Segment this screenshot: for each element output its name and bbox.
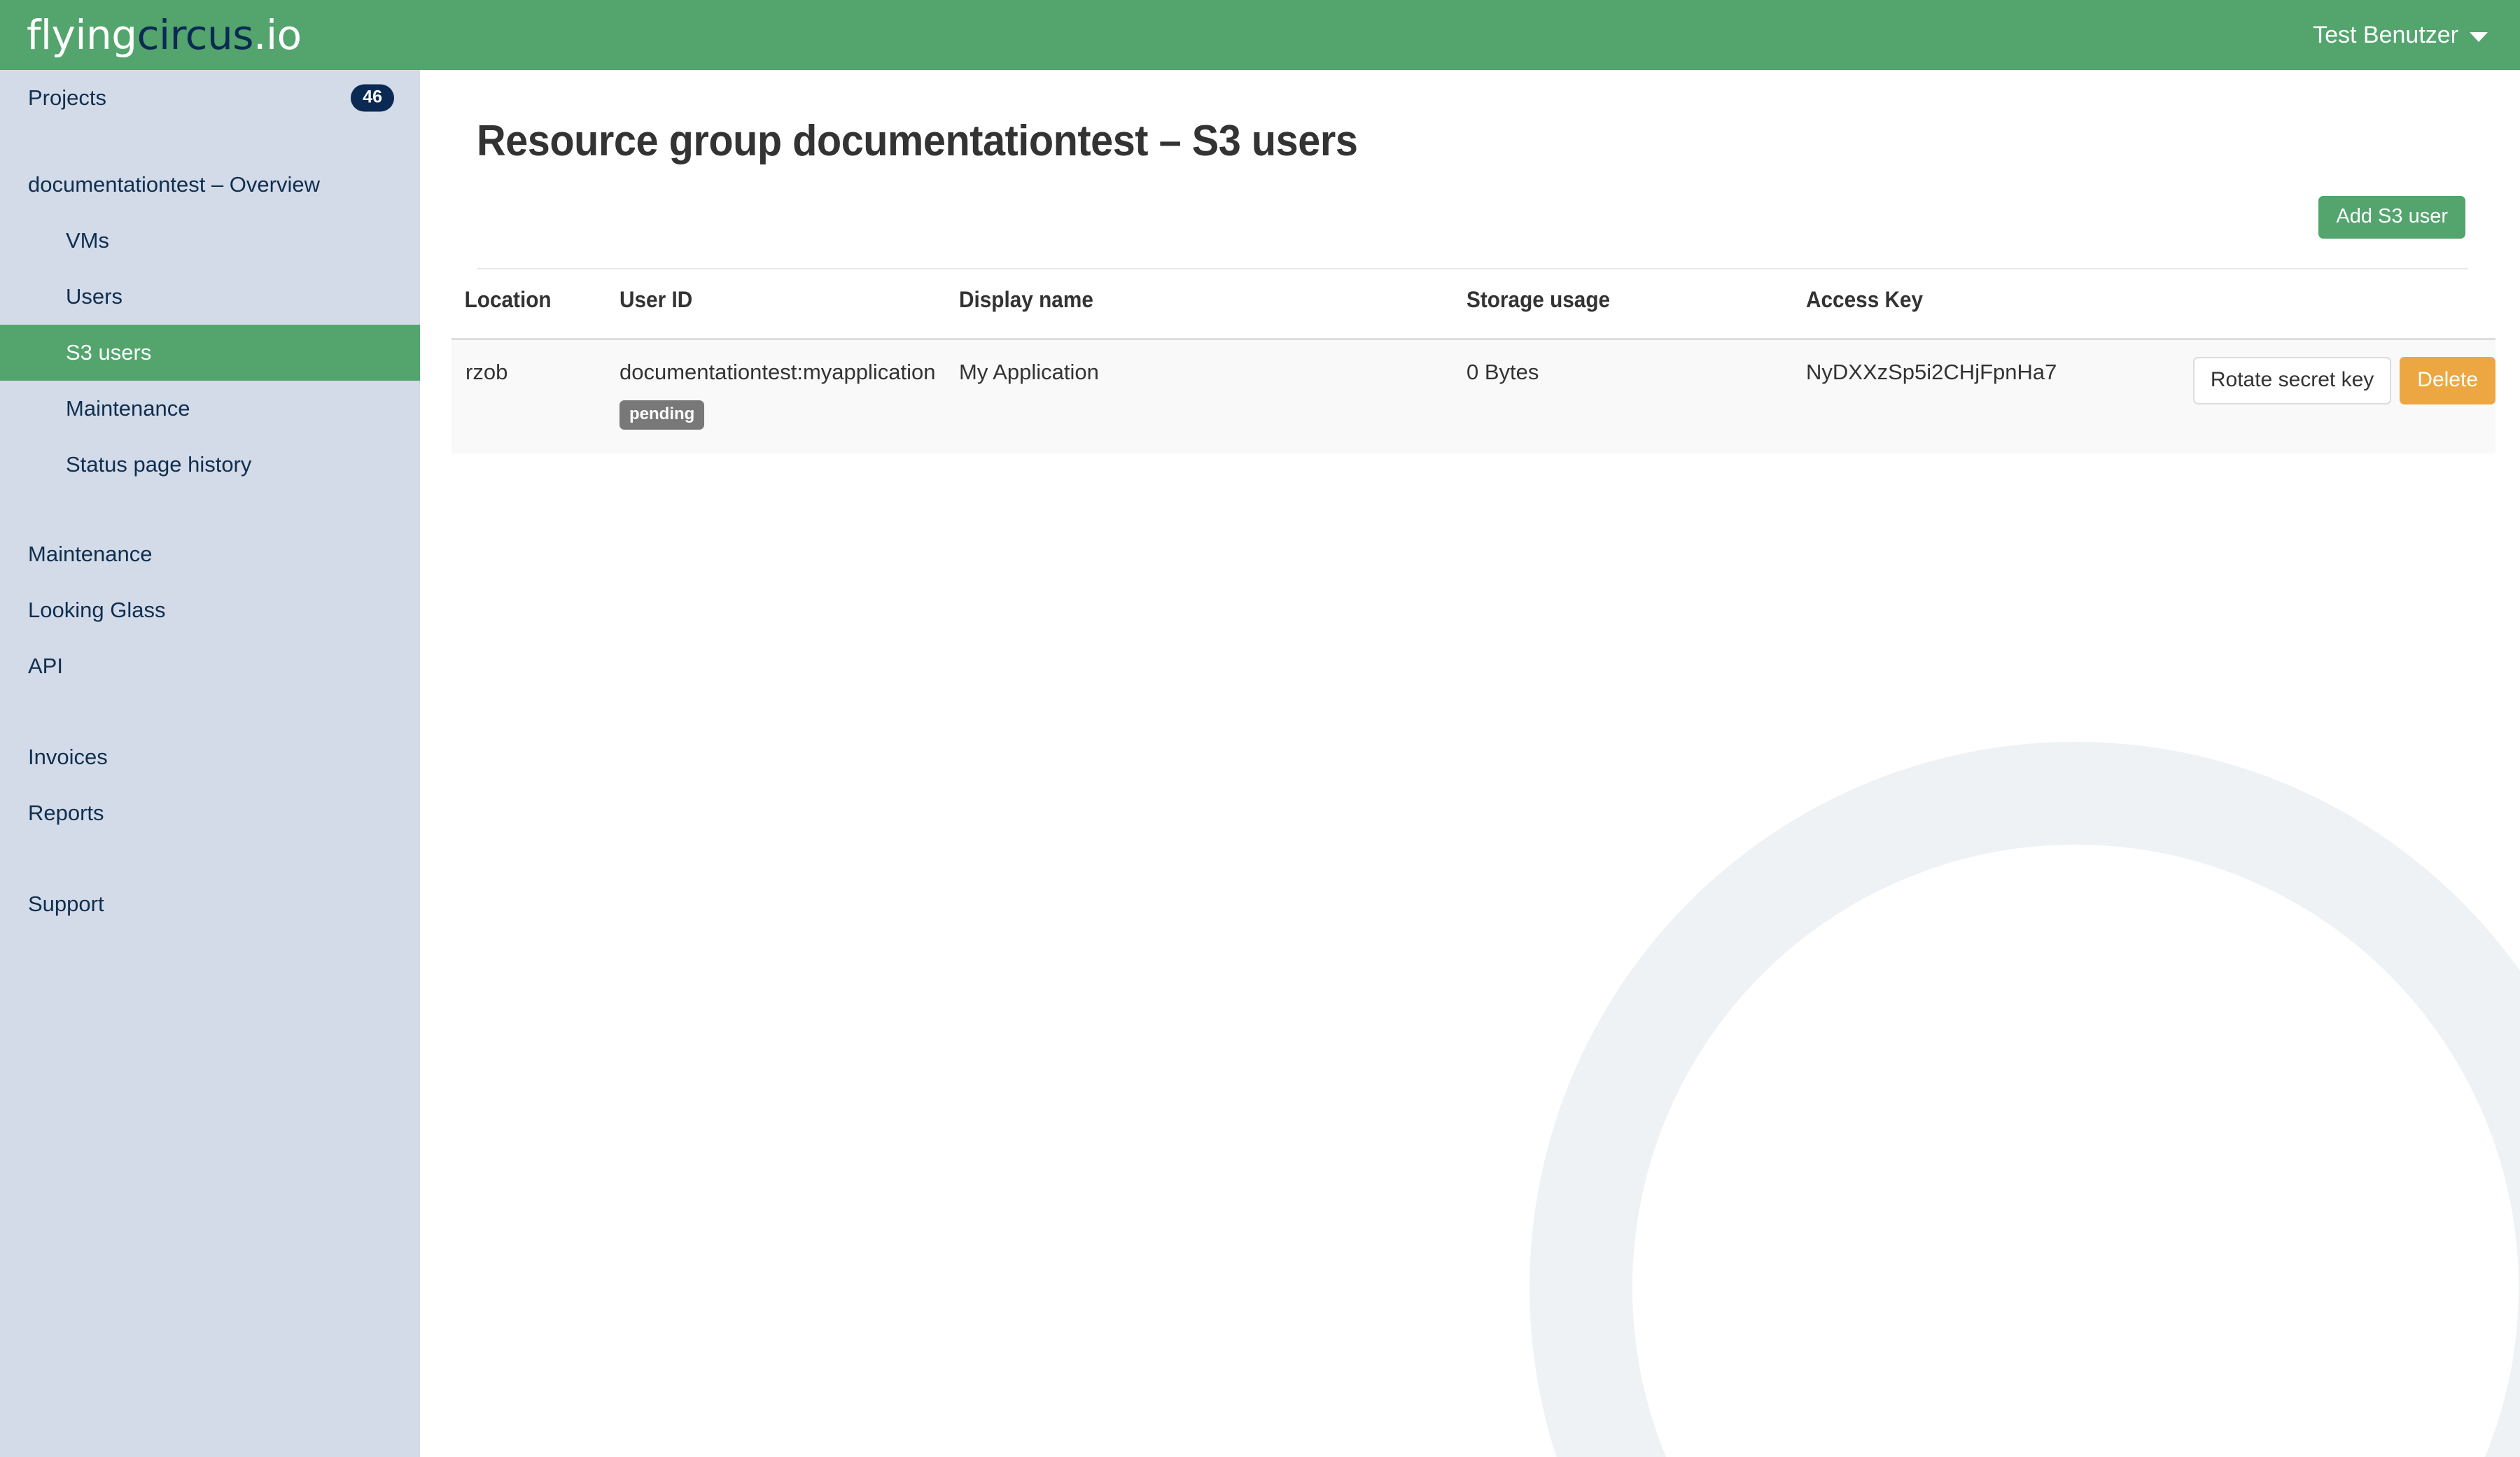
rotate-secret-key-button[interactable]: Rotate secret key <box>2192 357 2392 404</box>
sidebar-item-label-status-page-history: Status page history <box>66 452 252 477</box>
main-content: Resource group documentationtest – S3 us… <box>420 70 2520 1457</box>
top-navigation-bar: flyingcircus.io Test Benutzer <box>0 0 2520 70</box>
sidebar-item-vms[interactable]: VMs <box>0 213 420 269</box>
sidebar-item-label-project-overview: documentationtest – Overview <box>28 172 320 197</box>
sidebar-item-label-support: Support <box>28 892 104 916</box>
sidebar-item-api[interactable]: API <box>0 638 420 694</box>
chevron-down-icon <box>2470 32 2488 42</box>
user-menu-label: Test Benutzer <box>2313 21 2458 48</box>
sidebar-item-users[interactable]: Users <box>0 269 420 325</box>
brand-logo[interactable]: flyingcircus.io <box>27 7 302 63</box>
cell-actions: Rotate secret key Delete <box>2170 339 2496 454</box>
table-header-row: Location User ID Display name Storage us… <box>451 287 2496 339</box>
sidebar-item-maintenance[interactable]: Maintenance <box>0 526 420 582</box>
status-badge: pending <box>620 400 705 430</box>
sidebar-item-status-page-history[interactable]: Status page history <box>0 437 420 493</box>
column-header-access-key: Access Key <box>1806 287 1924 312</box>
add-s3-user-button[interactable]: Add S3 user <box>2318 196 2465 239</box>
column-header-storage-usage: Storage usage <box>1466 287 1611 312</box>
sidebar-item-invoices[interactable]: Invoices <box>0 729 420 785</box>
column-header-location: Location <box>464 287 552 312</box>
sidebar-item-maintenance-project[interactable]: Maintenance <box>0 381 420 437</box>
header-divider <box>477 268 2468 269</box>
sidebar: Projects 46 documentationtest – Overview… <box>0 70 420 1457</box>
user-menu[interactable]: Test Benutzer <box>2313 0 2488 70</box>
delete-button[interactable]: Delete <box>2400 357 2496 404</box>
table-row: rzob documentationtest:myapplication pen… <box>451 339 2496 454</box>
app-page: flyingcircus.io Test Benutzer Projects 4… <box>0 0 2520 1457</box>
sidebar-item-label-api: API <box>28 654 63 678</box>
sidebar-item-label-projects: Projects <box>28 85 106 110</box>
logo-part-circus: circus <box>136 11 254 59</box>
sidebar-item-label-s3-users: S3 users <box>66 340 152 365</box>
page-header: Resource group documentationtest – S3 us… <box>420 70 2520 172</box>
sidebar-item-support[interactable]: Support <box>0 876 420 932</box>
cell-display-name: My Application <box>959 360 1099 384</box>
sidebar-item-label-maintenance-project: Maintenance <box>66 396 190 421</box>
logo-part-flying: flying <box>27 11 137 59</box>
sidebar-item-label-users: Users <box>66 284 122 309</box>
sidebar-item-s3-users[interactable]: S3 users <box>0 325 420 381</box>
sidebar-item-project-overview[interactable]: documentationtest – Overview <box>0 157 420 213</box>
s3-users-table-container: Location User ID Display name Storage us… <box>420 287 2520 453</box>
column-header-user-id: User ID <box>620 287 693 312</box>
column-header-actions <box>2170 287 2472 339</box>
sidebar-item-label-invoices: Invoices <box>28 745 108 769</box>
cell-location: rzob <box>465 360 508 384</box>
logo-part-tld: .io <box>253 11 302 59</box>
projects-count-badge: 46 <box>351 84 394 112</box>
sidebar-item-label-vms: VMs <box>66 228 109 253</box>
sidebar-item-label-looking-glass: Looking Glass <box>28 598 166 622</box>
cell-storage-usage: 0 Bytes <box>1466 360 1539 384</box>
sidebar-item-projects[interactable]: Projects 46 <box>0 70 420 126</box>
user-id-text: documentationtest:myapplication <box>620 360 936 384</box>
cell-access-key: NyDXXzSp5i2CHjFpnHa7 <box>1806 360 2057 384</box>
content-inner: Resource group documentationtest – S3 us… <box>420 70 2520 453</box>
sidebar-item-label-reports: Reports <box>28 801 104 825</box>
sidebar-item-label-maintenance: Maintenance <box>28 542 153 566</box>
decorative-ring-graphic <box>1530 742 2520 1457</box>
sidebar-item-looking-glass[interactable]: Looking Glass <box>0 582 420 638</box>
sidebar-item-reports[interactable]: Reports <box>0 785 420 841</box>
column-header-display-name: Display name <box>959 287 1093 312</box>
cell-user-id: documentationtest:myapplication pending <box>620 339 959 454</box>
table-body: rzob documentationtest:myapplication pen… <box>451 339 2496 454</box>
page-title: Resource group documentationtest – S3 us… <box>477 117 1358 165</box>
table-head: Location User ID Display name Storage us… <box>451 287 2496 339</box>
s3-users-table: Location User ID Display name Storage us… <box>451 287 2496 453</box>
